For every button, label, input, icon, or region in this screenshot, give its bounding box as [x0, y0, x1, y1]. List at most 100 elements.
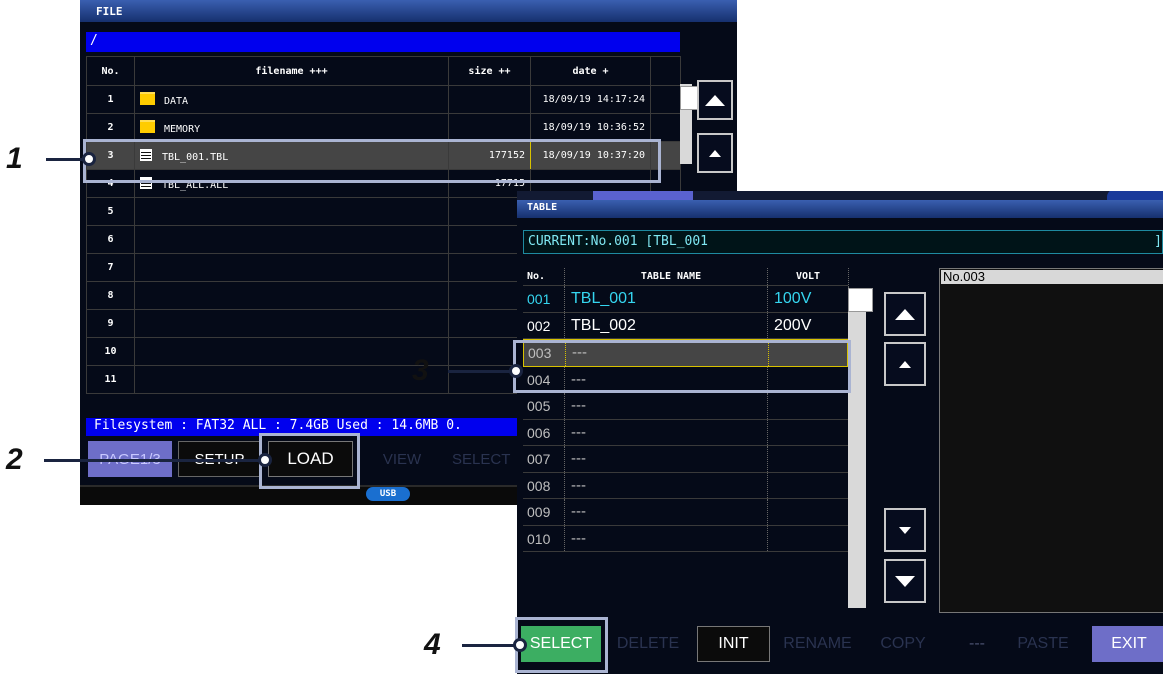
callout-dot-1: [82, 152, 96, 166]
table-row-009[interactable]: 009 ---: [523, 499, 849, 526]
table-scroll-up-button[interactable]: [884, 342, 926, 386]
col-no: No.: [523, 268, 565, 285]
table-row-002[interactable]: 002 TBL_002 200V: [523, 312, 849, 339]
row-name: [134, 337, 449, 366]
blank-button[interactable]: ---: [947, 626, 1007, 662]
row-name: ---: [571, 450, 586, 467]
row-volt: [767, 499, 849, 525]
row-no: 010: [523, 525, 565, 551]
row-no: 008: [523, 472, 565, 498]
row-name: TBL_002: [571, 316, 636, 334]
col-table-name: TABLE NAME: [640, 271, 702, 282]
folder-icon: [140, 92, 155, 105]
current-table-text: CURRENT:No.001 [TBL_001: [528, 234, 709, 249]
row-no: 7: [86, 253, 135, 282]
setting-tab[interactable]: [593, 191, 693, 200]
table-row-001[interactable]: 001 TBL_001 100V: [523, 286, 849, 313]
callout-dot-4: [513, 638, 527, 652]
row-no: 002: [523, 312, 565, 338]
row-volt: [767, 419, 849, 445]
current-table-end: ]: [1154, 234, 1162, 249]
row-pad: [650, 85, 681, 114]
callout-highlight-2: [259, 433, 360, 489]
page-up-button[interactable]: [697, 80, 733, 120]
row-no: 2: [86, 113, 135, 142]
file-path: /: [86, 32, 680, 52]
col-date[interactable]: date +: [530, 56, 651, 86]
callout-highlight-1: [83, 139, 661, 183]
file-row-1[interactable]: 1 DATA 18/09/19 14:17:24: [86, 85, 681, 114]
col-size[interactable]: size ++: [448, 56, 531, 86]
table-row-008[interactable]: 008 ---: [523, 472, 849, 499]
table-preview: [939, 268, 1163, 613]
view-button[interactable]: VIEW: [362, 441, 442, 477]
preview-label: No.003: [941, 270, 1163, 284]
table-page-down-button[interactable]: [884, 559, 926, 603]
row-no: 9: [86, 309, 135, 338]
callout-number-4: 4: [424, 628, 441, 661]
row-volt: 200V: [767, 312, 849, 338]
row-name: [134, 225, 449, 254]
callout-number-1: 1: [6, 142, 23, 175]
row-no: 001: [523, 286, 565, 312]
callout-highlight-3: [513, 340, 851, 393]
row-size: [448, 113, 531, 142]
current-table: CURRENT:No.001 [TBL_001 ]: [523, 230, 1163, 254]
row-volt: [767, 525, 849, 551]
row-no: 10: [86, 337, 135, 366]
row-volt: 100V: [767, 286, 849, 312]
row-no: 006: [523, 419, 565, 445]
row-volt: [767, 472, 849, 498]
row-name: [134, 281, 449, 310]
row-name: ---: [571, 476, 586, 494]
col-filename[interactable]: filename +++: [134, 56, 449, 86]
col-blank: [650, 56, 681, 86]
copy-button[interactable]: COPY: [867, 626, 939, 662]
scroll-up-icon: [709, 149, 721, 157]
table-row-010[interactable]: 010 ---: [523, 525, 849, 552]
row-no: 1: [86, 85, 135, 114]
delete-button[interactable]: DELETE: [612, 626, 684, 662]
row-volt: [767, 446, 849, 472]
callout-line-3: [448, 370, 516, 373]
row-date: 18/09/19 10:36:52: [530, 113, 651, 142]
callout-dot-3: [509, 364, 523, 378]
scroll-down-icon: [899, 526, 911, 534]
folder-icon: [140, 120, 155, 133]
row-no: 005: [523, 393, 565, 419]
row-volt: [767, 393, 849, 419]
row-pad: [650, 113, 681, 142]
paste-button[interactable]: PASTE: [1007, 626, 1079, 662]
table-row-006[interactable]: 006 ---: [523, 419, 849, 446]
file-select-button[interactable]: SELECT: [450, 441, 520, 477]
table-row-005[interactable]: 005 ---: [523, 393, 849, 420]
file-table-header: No. filename +++ size ++ date +: [86, 56, 681, 86]
col-no[interactable]: No.: [86, 56, 135, 86]
scroll-up-icon: [899, 360, 911, 368]
table-scrollbar[interactable]: [848, 288, 866, 608]
callout-number-3: 3: [412, 354, 429, 387]
usb-badge: USB: [366, 487, 410, 501]
rename-button[interactable]: RENAME: [780, 626, 855, 662]
table-page-up-button[interactable]: [884, 292, 926, 336]
row-no: 8: [86, 281, 135, 310]
table-scroll-thumb[interactable]: [848, 288, 873, 312]
table-scroll-down-button[interactable]: [884, 508, 926, 552]
row-no: 009: [523, 499, 565, 525]
init-button[interactable]: INIT: [697, 626, 770, 662]
row-name: DATA: [134, 85, 449, 114]
row-name-text: MEMORY: [164, 124, 201, 135]
file-row-2[interactable]: 2 MEMORY 18/09/19 10:36:52: [86, 113, 681, 142]
row-no: 11: [86, 365, 135, 394]
table-list-header: No. TABLE NAME VOLT: [523, 268, 849, 286]
row-name-text: DATA: [164, 96, 189, 107]
row-no: 6: [86, 225, 135, 254]
col-volt: VOLT: [767, 268, 849, 285]
row-name: [134, 309, 449, 338]
callout-highlight-4: [515, 617, 608, 673]
exit-button[interactable]: EXIT: [1092, 626, 1163, 662]
row-name: MEMORY: [134, 113, 449, 142]
table-row-007[interactable]: 007 ---: [523, 446, 849, 473]
row-name: [134, 253, 449, 282]
scroll-up-button[interactable]: [697, 133, 733, 173]
